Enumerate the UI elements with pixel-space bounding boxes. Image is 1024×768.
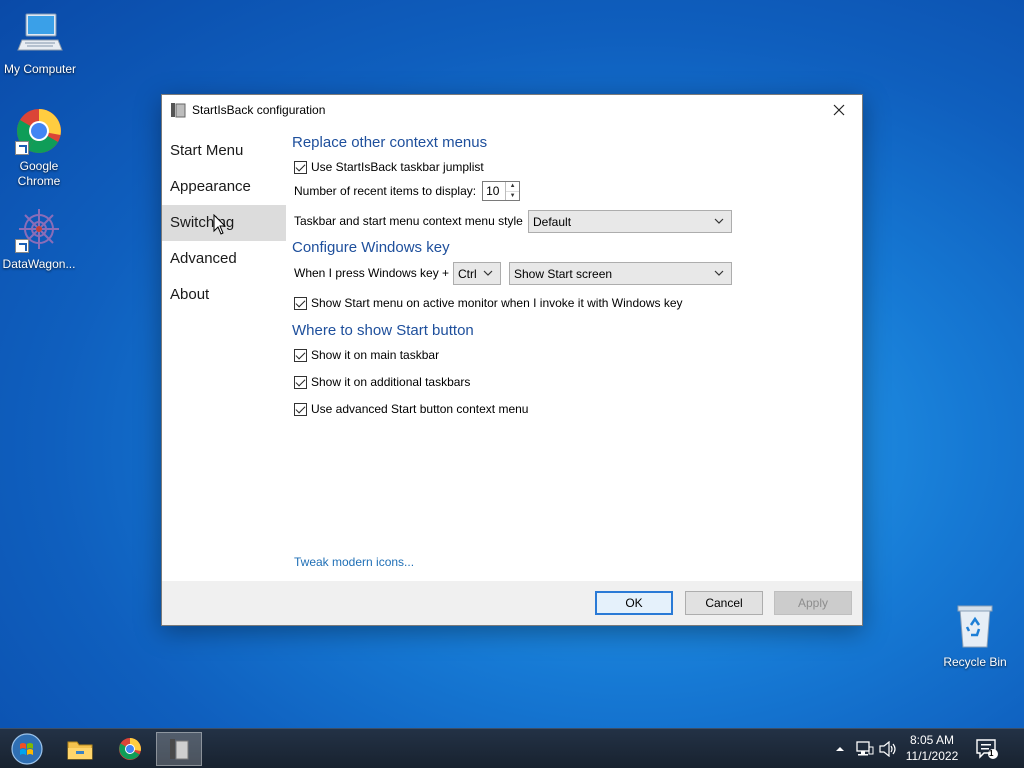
start-orb-icon	[11, 733, 43, 765]
advanced-context-label: Use advanced Start button context menu	[311, 402, 529, 416]
shortcut-arrow-icon	[15, 141, 29, 155]
settings-nav: Start Menu Appearance Switching Advanced…	[162, 133, 286, 313]
additional-taskbars-label: Show it on additional taskbars	[311, 375, 471, 389]
section-title-windows-key: Configure Windows key	[292, 239, 450, 256]
chevron-down-icon	[714, 270, 724, 276]
chrome-icon	[119, 738, 141, 760]
apply-button[interactable]: Apply	[774, 591, 852, 615]
switching-panel: Replace other context menus Use StartIsB…	[292, 125, 852, 581]
windows-key-action-select[interactable]: Show Start screen	[509, 262, 732, 285]
additional-taskbars-row[interactable]: Show it on additional taskbars	[294, 375, 470, 389]
additional-taskbars-checkbox[interactable]	[294, 375, 307, 389]
clock-date: 11/1/2022	[905, 749, 959, 763]
menu-style-label: Taskbar and start menu context menu styl…	[294, 214, 523, 228]
desktop-icon-label: My Computer	[3, 62, 77, 76]
windows-key-modifier-select[interactable]: Ctrl	[453, 262, 501, 285]
taskbar-chrome[interactable]	[107, 732, 153, 766]
desktop-icon-label: Google Chrome	[17, 159, 61, 188]
spin-up-icon[interactable]: ▲	[506, 182, 519, 191]
desktop-icon-label: Recycle Bin	[943, 655, 1007, 669]
startisback-config-icon	[170, 739, 189, 760]
cancel-button[interactable]: Cancel	[685, 591, 763, 615]
start-button[interactable]	[4, 732, 50, 766]
taskbar-clock[interactable]: 8:05 AM 11/1/2022	[900, 732, 964, 764]
recent-items-input[interactable]	[483, 182, 506, 200]
advanced-context-row[interactable]: Use advanced Start button context menu	[294, 402, 528, 416]
nav-item-advanced[interactable]: Advanced	[162, 241, 286, 277]
main-taskbar-label: Show it on main taskbar	[311, 348, 440, 362]
active-monitor-checkbox[interactable]	[294, 296, 307, 310]
main-taskbar-row[interactable]: Show it on main taskbar	[294, 348, 439, 362]
recycle-bin-icon	[951, 603, 999, 651]
advanced-context-checkbox[interactable]	[294, 402, 307, 416]
datawagon-icon	[15, 205, 63, 253]
computer-icon	[16, 10, 64, 58]
main-taskbar-checkbox[interactable]	[294, 348, 307, 362]
volume-icon	[879, 741, 896, 757]
recent-items-label: Number of recent items to display:	[294, 184, 477, 198]
nav-item-about[interactable]: About	[162, 277, 286, 313]
chevron-down-icon	[714, 218, 724, 224]
desktop-icon-my-computer[interactable]: My Computer	[0, 10, 80, 77]
clock-time: 8:05 AM	[909, 733, 955, 747]
use-jumplist-label: Use StartIsBack taskbar jumplist	[311, 160, 484, 174]
nav-item-switching[interactable]: Switching	[162, 205, 286, 241]
recent-items-row: Number of recent items to display: ▲ ▼	[294, 181, 521, 201]
chrome-icon	[15, 107, 63, 155]
shortcut-arrow-icon	[15, 239, 29, 253]
chevron-down-icon	[483, 270, 493, 276]
dialog-footer: OK Cancel Apply	[162, 581, 862, 625]
startisback-config-window: StartIsBack configuration Start Menu App…	[161, 94, 863, 626]
taskbar-startisback-config[interactable]	[156, 732, 202, 766]
close-button[interactable]	[816, 95, 862, 125]
taskbar-file-explorer[interactable]	[57, 732, 103, 766]
notification-center-button[interactable]: 1	[972, 729, 1002, 768]
window-title: StartIsBack configuration	[192, 103, 326, 117]
windows-key-modifier-value: Ctrl	[458, 266, 477, 281]
network-tray-button[interactable]	[853, 729, 877, 768]
active-monitor-row[interactable]: Show Start menu on active monitor when I…	[294, 296, 683, 310]
menu-style-select[interactable]: Default	[528, 210, 732, 233]
recent-items-spinner[interactable]: ▲ ▼	[482, 181, 521, 201]
show-hidden-icons-button[interactable]	[832, 729, 848, 768]
section-title-context-menus: Replace other context menus	[292, 134, 488, 151]
startisback-app-icon	[170, 102, 186, 118]
windows-key-label: When I press Windows key +	[294, 266, 450, 280]
desktop-icon-google-chrome[interactable]: Google Chrome	[0, 107, 79, 189]
desktop-icon-datawagon[interactable]: DataWagon...	[0, 205, 79, 272]
close-icon	[833, 104, 845, 116]
desktop-icon-label: DataWagon...	[2, 257, 76, 271]
nav-item-start-menu[interactable]: Start Menu	[162, 133, 286, 169]
notification-count-badge: 1	[989, 749, 994, 758]
title-bar[interactable]: StartIsBack configuration	[162, 95, 862, 125]
ok-button[interactable]: OK	[595, 591, 673, 615]
chevron-up-icon	[836, 747, 844, 751]
menu-style-value: Default	[533, 214, 572, 229]
tweak-modern-icons-link[interactable]: Tweak modern icons...	[294, 555, 414, 569]
desktop-icon-recycle-bin[interactable]: Recycle Bin	[935, 603, 1015, 670]
windows-key-action-value: Show Start screen	[514, 266, 613, 281]
file-explorer-icon	[67, 741, 93, 760]
window-body: Start Menu Appearance Switching Advanced…	[162, 125, 862, 581]
notification-icon	[976, 739, 998, 759]
nav-item-appearance[interactable]: Appearance	[162, 169, 286, 205]
volume-tray-button[interactable]	[877, 729, 899, 768]
section-title-start-button: Where to show Start button	[292, 322, 474, 339]
spin-down-icon[interactable]: ▼	[506, 190, 520, 201]
active-monitor-label: Show Start menu on active monitor when I…	[311, 296, 683, 310]
use-jumplist-row[interactable]: Use StartIsBack taskbar jumplist	[294, 160, 484, 174]
windows-key-label-row: When I press Windows key +	[294, 266, 449, 280]
menu-style-label-row: Taskbar and start menu context menu styl…	[294, 214, 523, 228]
use-jumplist-checkbox[interactable]	[294, 160, 307, 174]
taskbar: 8:05 AM 11/1/2022 1	[0, 728, 1024, 768]
network-icon	[856, 741, 874, 756]
